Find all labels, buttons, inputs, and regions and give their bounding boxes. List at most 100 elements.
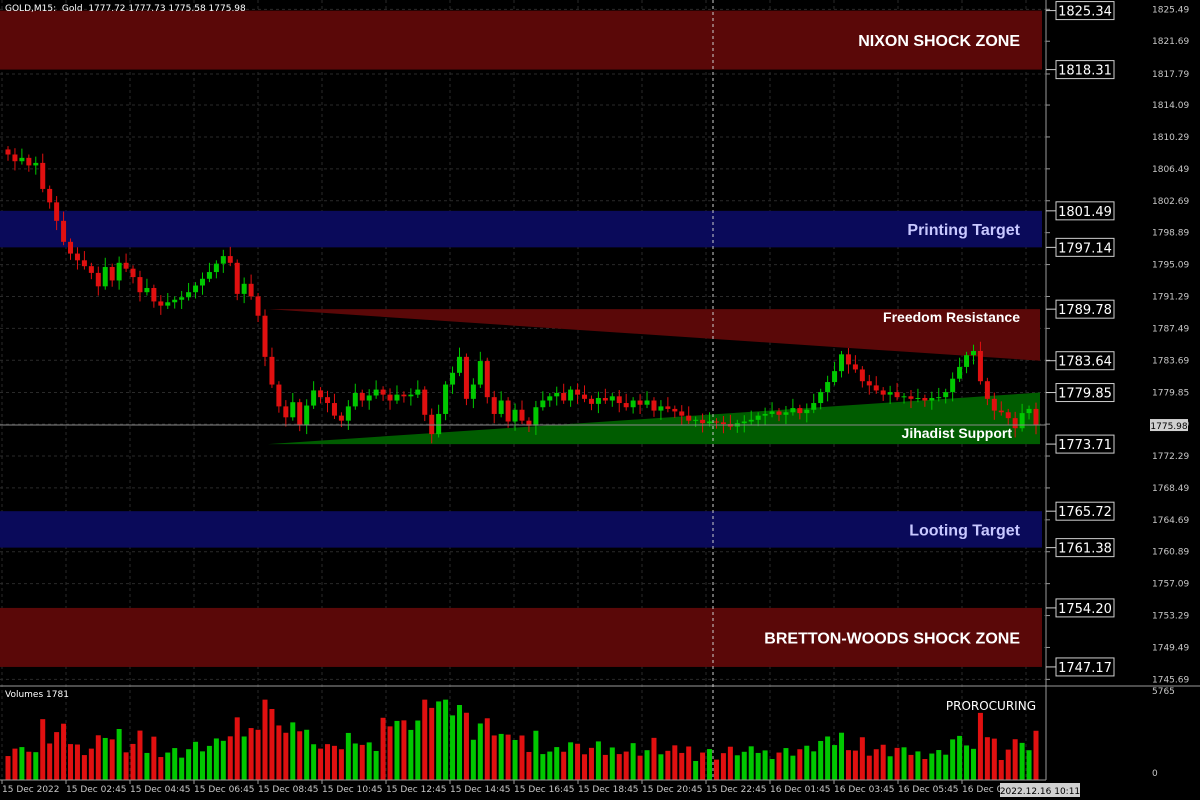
candle-body (234, 262, 240, 294)
volume-bar (255, 729, 261, 780)
volume-bar (311, 744, 317, 780)
candle-body (512, 409, 518, 422)
candle-body (54, 202, 60, 221)
y-tick-label: 1768.49 (1152, 484, 1189, 494)
candle-body (748, 419, 754, 422)
candle-body (554, 392, 560, 397)
volume-bar (873, 749, 879, 780)
candle-body (262, 315, 268, 357)
candle-body (901, 396, 907, 398)
x-tick-label: 16 Dec 05:45 (898, 785, 959, 795)
volume-bar (540, 754, 546, 780)
volume-bar (561, 751, 567, 780)
volume-bar (387, 726, 393, 780)
candle-body (290, 402, 296, 418)
candle-body (547, 396, 553, 401)
candle-body (144, 288, 150, 293)
candle-body (491, 397, 497, 414)
candle-body (616, 396, 622, 404)
candle-body (776, 411, 782, 415)
zone-band (0, 210, 1042, 248)
volume-bar (422, 699, 428, 780)
candle-body (679, 411, 685, 416)
candle-body (894, 392, 900, 398)
volume-bar (241, 736, 247, 780)
y-tick-label: 1745.69 (1152, 675, 1189, 685)
candle-body (845, 354, 851, 365)
candle-body (880, 390, 886, 395)
volume-bar (943, 754, 949, 780)
volume-bar (1026, 750, 1032, 780)
candle-body (345, 406, 351, 421)
candle-body (588, 398, 594, 404)
volume-bar (755, 752, 761, 780)
volume-bar (922, 759, 928, 780)
volume-bar (686, 746, 692, 780)
volume-bar (193, 741, 199, 780)
candlesticks (5, 146, 1039, 444)
trend-triangles: Freedom Resistance Jihadist Support (268, 309, 1040, 445)
volume-bar (179, 757, 185, 780)
candle-body (88, 266, 94, 273)
volume-bar (220, 740, 226, 780)
volume-bar (262, 699, 268, 780)
candle-body (1005, 412, 1011, 419)
x-tick-label: 15 Dec 04:45 (130, 785, 191, 795)
timeframe-text: M15 (33, 4, 54, 14)
y-tick-label: 1821.69 (1152, 37, 1189, 47)
volume-bar (290, 722, 296, 780)
volume-bar (748, 746, 754, 780)
candle-body (220, 256, 226, 264)
volume-bar (394, 720, 400, 780)
volume-bar (630, 743, 636, 780)
volume-bar (602, 754, 608, 780)
y-tick-label: 1749.49 (1152, 643, 1189, 653)
candle-body (1012, 418, 1018, 429)
volume-bar (12, 748, 18, 780)
candle-body (470, 384, 476, 399)
volume-bar (443, 699, 449, 780)
candle-body (998, 410, 1004, 413)
volume-bar (498, 733, 504, 780)
candle-body (373, 389, 379, 396)
volume-bar (19, 747, 25, 780)
volume-bar (484, 718, 490, 780)
candle-body (102, 267, 108, 287)
candle-body (436, 413, 442, 435)
volume-bar (734, 755, 740, 780)
price-label-text: 1789.78 (1058, 303, 1112, 318)
x-tick-label: 15 Dec 14:45 (450, 785, 511, 795)
candle-body (26, 157, 32, 166)
volume-bar (366, 742, 372, 780)
candle-body (429, 414, 435, 435)
candle-body (991, 398, 997, 411)
volume-bar (644, 750, 650, 780)
candle-body (769, 411, 775, 414)
volume-bar (950, 739, 956, 780)
x-tick-label: 15 Dec 10:45 (322, 785, 383, 795)
volume-bar (658, 754, 664, 780)
price-label-text: 1761.38 (1058, 542, 1112, 557)
volume-bar (5, 756, 11, 780)
x-tick-label: 15 Dec 12:45 (386, 785, 447, 795)
volume-bar (373, 750, 379, 780)
zone-label: Printing Target (907, 222, 1020, 239)
volume-bar (102, 737, 108, 780)
price-label-text: 1754.20 (1058, 602, 1112, 617)
volume-bar (95, 735, 101, 780)
volume-bar (977, 712, 983, 780)
candle-body (755, 415, 761, 420)
candle-body (915, 397, 921, 399)
candle-body (19, 157, 25, 162)
candle-body (984, 381, 990, 399)
candle-body (165, 302, 171, 306)
volume-bars (5, 699, 1039, 780)
candle-body (387, 394, 393, 401)
volume-bar (554, 747, 560, 780)
candle-body (964, 355, 970, 367)
volume-bar (477, 723, 483, 780)
candle-body (276, 384, 282, 407)
volume-bar (936, 750, 942, 780)
price-chart[interactable]: NIXON SHOCK ZONE Printing Target Looting T… (0, 0, 1200, 800)
candle-body (672, 408, 678, 412)
